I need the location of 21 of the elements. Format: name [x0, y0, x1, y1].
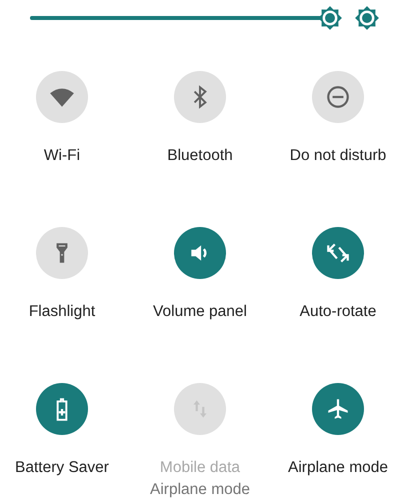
- tile-subtitle: Airplane mode: [150, 481, 250, 499]
- tile-button[interactable]: [174, 71, 226, 123]
- tile-button[interactable]: [36, 383, 88, 435]
- tile-label: Flashlight: [28, 303, 96, 321]
- auto-brightness-icon[interactable]: [354, 5, 380, 31]
- tile-label: Auto-rotate: [300, 303, 376, 321]
- tile-label: Volume panel: [153, 303, 247, 321]
- tile-label: Do not disturb: [290, 147, 386, 165]
- tile-label: Wi-Fi: [44, 147, 80, 165]
- tile-label: Mobile data: [160, 459, 240, 477]
- brightness-slider-thumb[interactable]: [317, 5, 343, 31]
- tile-button[interactable]: [36, 71, 88, 123]
- tile-button[interactable]: [312, 383, 364, 435]
- tile-label: Airplane mode: [288, 459, 388, 477]
- tile-label: Battery Saver: [15, 459, 109, 477]
- tile-button[interactable]: [312, 71, 364, 123]
- tile-button[interactable]: [312, 227, 364, 279]
- do-not-disturb-icon: [325, 84, 351, 110]
- tile-button[interactable]: [36, 227, 88, 279]
- tile-button[interactable]: [174, 227, 226, 279]
- tile-label: Bluetooth: [167, 147, 233, 165]
